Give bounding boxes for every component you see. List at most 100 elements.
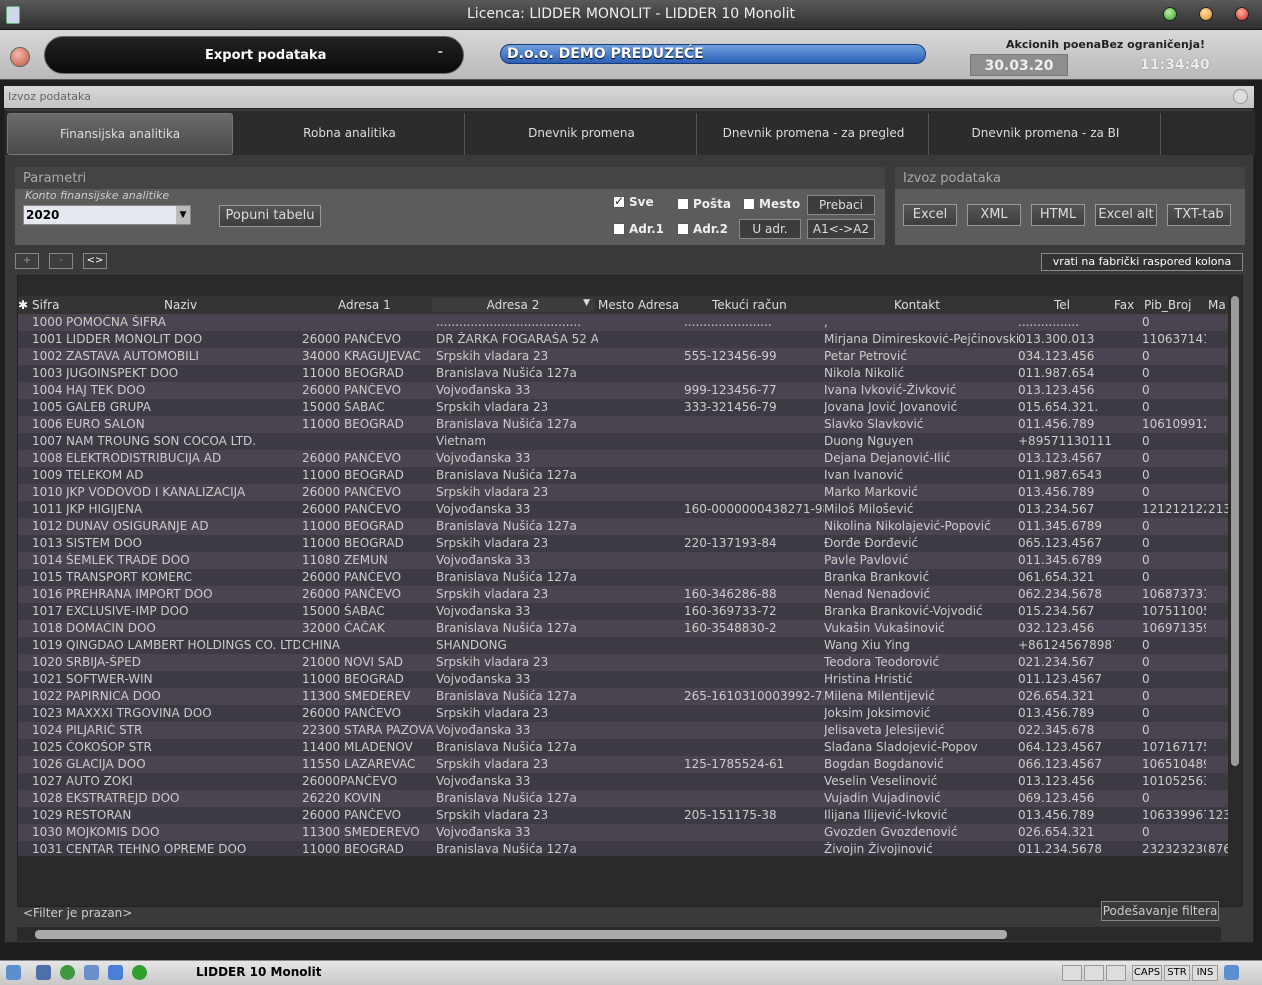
table-cell: 0 <box>1142 723 1150 737</box>
table-row[interactable]: 1024 PILJARIĆ STR 22300 STARA PAZOVA Vojvođ… <box>18 722 1228 739</box>
module-selector[interactable]: Export podataka - <box>44 36 464 74</box>
table-row[interactable]: 1010 JKP VODOVOD I KANALIZACIJA 26000 PANČ… <box>18 484 1228 501</box>
table-cell: Jelisaveta Jelesijević <box>824 723 945 737</box>
minimize-button[interactable] <box>1199 7 1213 21</box>
table-row[interactable]: 1029 RESTORAN 26000 PANČEVO Srpskih vladara… <box>18 807 1228 824</box>
table-cell: 011.234.5678 <box>1018 842 1102 856</box>
table-row[interactable]: 1006 EURO SALON 11000 BEOGRAD Branislava Nu… <box>18 416 1228 433</box>
col-fax[interactable]: Fax <box>1114 298 1144 312</box>
keyboard-icon[interactable] <box>1224 965 1239 980</box>
excel-button[interactable]: Excel <box>903 204 957 226</box>
panel-close-button[interactable] <box>1233 89 1248 104</box>
horizontal-scroll-thumb[interactable] <box>35 930 1007 939</box>
table-row[interactable]: 1004 HAJ TEK DOO 26000 PANČEVO Vojvođanska … <box>18 382 1228 399</box>
table-row[interactable]: 1001 LIDDER MONOLIT DOO 26000 PANČEVO DR ŽA… <box>18 331 1228 348</box>
remove-row-button[interactable]: - <box>49 253 73 269</box>
table-cell: 999-123456-77 <box>684 383 777 397</box>
xml-button[interactable]: XML <box>967 204 1021 226</box>
table-cell: 0 <box>1142 519 1150 533</box>
txt-tab-button[interactable]: TXT-tab <box>1167 204 1231 226</box>
table-cell: Dejana Dejanović-Ilić <box>824 451 951 465</box>
posta-checkbox[interactable]: Pošta <box>677 197 731 211</box>
table-cell: 013.123.456 <box>1018 383 1095 397</box>
table-row[interactable]: 1000 POMOĆNA ŠIFRA.......................… <box>18 314 1228 331</box>
table-row[interactable]: 1031 CENTAR TEHNO OPREME DOO 11000 BEOGRAD… <box>18 841 1228 856</box>
filter-settings-button[interactable]: Podešavanje filtera <box>1101 901 1219 921</box>
table-row[interactable]: 1026 GLACIJA DOO 11550 LAZAREVAC Srpskih vl… <box>18 756 1228 773</box>
table-row[interactable]: 1023 MAXXXI TRGOVINA DOO 26000 PANČEVO Srps… <box>18 705 1228 722</box>
col-kontakt[interactable]: Kontakt <box>894 298 954 312</box>
table-row[interactable]: 1020 SRBIJA-ŠPED 21000 NOVI SAD Srpskih vla… <box>18 654 1228 671</box>
table-row[interactable]: 1022 PAPIRNICA DOO 11300 SMEDEREV Branislav… <box>18 688 1228 705</box>
tab-robna-analitika[interactable]: Robna analitika <box>235 113 465 155</box>
col-adresa2[interactable]: Adresa 2 ▼ <box>432 298 594 312</box>
table-row[interactable]: 1019 QINGDAO LAMBERT HOLDINGS CO. LTD CHIN… <box>18 637 1228 654</box>
col-adresa1[interactable]: Adresa 1 <box>338 298 418 312</box>
table-cell: Slavko Slavković <box>824 417 924 431</box>
popuni-tabelu-button[interactable]: Popuni tabelu <box>219 205 321 227</box>
table-row[interactable]: 1028 EKSTRATREJD DOO 26220 KOVIN Branislava… <box>18 790 1228 807</box>
table-row[interactable]: 1009 TELEKOM AD 11000 BEOGRAD Branislava Nu… <box>18 467 1228 484</box>
excel-alt-button[interactable]: Excel alt <box>1095 204 1157 226</box>
globe-icon[interactable] <box>60 965 75 980</box>
adr2-checkbox[interactable]: Adr.2 <box>677 222 728 236</box>
table-row[interactable]: 1012 DUNAV OSIGURANJE AD 11000 BEOGRAD Bran… <box>18 518 1228 535</box>
expand-button[interactable]: <> <box>83 253 107 269</box>
mesto-checkbox[interactable]: Mesto <box>743 197 800 211</box>
col-sifra[interactable]: Sifra <box>32 298 92 312</box>
table-row[interactable]: 1008 ELEKTRODISTRIBUCIJA AD 26000 PANČEVO V… <box>18 450 1228 467</box>
table-row[interactable]: 1018 DOMAĆIN DOO 32000 ČAČAK Branislava Nuš… <box>18 620 1228 637</box>
table-row[interactable]: 1002 ZASTAVA AUTOMOBILI 34000 KRAGUJEVAC Sr… <box>18 348 1228 365</box>
table-row[interactable]: 1003 JUGOINSPEKT DOO 11000 BEOGRAD Branisla… <box>18 365 1228 382</box>
table-cell: DR ŽARKA FOGARAŠA 52 A <box>436 332 598 346</box>
table-row[interactable]: 1027 AUTO ZOKI 26000PANČEVO Vojvođanska 33 V… <box>18 773 1228 790</box>
col-tekuci-racun[interactable]: Tekući račun <box>712 298 802 312</box>
table-cell: 1020 <box>32 655 63 669</box>
col-mesto-adresa[interactable]: Mesto Adresa <box>598 298 688 312</box>
table-row[interactable]: 1016 PREHRANA IMPORT DOO 26000 PANČEVO Srps… <box>18 586 1228 603</box>
table-row[interactable]: 1030 MOJKOMIS DOO 11300 SMEDEREVO Vojvođans… <box>18 824 1228 841</box>
table-cell: 0 <box>1142 400 1150 414</box>
adr1-checkbox[interactable]: Adr.1 <box>613 222 664 236</box>
table-row[interactable]: 1021 SOFTWER-WIN 11000 BEOGRAD Vojvođanska … <box>18 671 1228 688</box>
power-icon[interactable] <box>10 47 30 67</box>
table-row[interactable]: 1007 NAM TROUNG SON COCOA LTD. Vietnam Duon… <box>18 433 1228 450</box>
tab-finansijska-analitika[interactable]: Finansijska analitika <box>7 113 233 155</box>
network-icon[interactable] <box>6 965 21 980</box>
col-naziv[interactable]: Naziv <box>164 298 264 312</box>
table-row[interactable]: 1014 ŠEMLEK TRADE DOO 11080 ZEMUN Vojvođans… <box>18 552 1228 569</box>
window-icon[interactable] <box>36 965 51 980</box>
user-icon[interactable] <box>84 965 99 980</box>
maximize-button[interactable] <box>1163 7 1177 21</box>
u-adr-button[interactable]: U adr. <box>739 219 801 239</box>
table-row[interactable]: 1025 ČOKOŠOP STR 11400 MLADENOV Branislava … <box>18 739 1228 756</box>
col-pib-broj[interactable]: Pib_Broj <box>1144 298 1204 312</box>
tab-dnevnik-promena-pregled[interactable]: Dnevnik promena - za pregled <box>699 113 929 155</box>
table-cell: TRANSPORT KOMERC <box>66 570 192 584</box>
a1-a2-swap-button[interactable]: A1<->A2 <box>807 219 875 239</box>
konto-select[interactable]: 2020 ▼ <box>23 205 191 225</box>
prebaci-button[interactable]: Prebaci <box>807 195 875 215</box>
sve-checkbox[interactable]: Sve <box>613 194 654 209</box>
table-row[interactable]: 1015 TRANSPORT KOMERC 26000 PANČEVO Branisl… <box>18 569 1228 586</box>
check-icon[interactable] <box>108 965 123 980</box>
module-label: Export podataka <box>205 48 327 63</box>
col-tel[interactable]: Tel <box>1054 298 1084 312</box>
tab-dnevnik-promena-bi[interactable]: Dnevnik promena - za BI <box>931 113 1161 155</box>
tab-dnevnik-promena[interactable]: Dnevnik promena <box>467 113 697 155</box>
table-cell: Petar Petrović <box>824 349 907 363</box>
html-button[interactable]: HTML <box>1031 204 1085 226</box>
status-slot-2 <box>1084 965 1104 981</box>
chevron-down-icon[interactable]: ▼ <box>176 206 190 224</box>
col-ma[interactable]: Ma <box>1208 298 1228 312</box>
table-row[interactable]: 1005 GALEB GRUPA 15000 ŠABAC Srpskih vladar… <box>18 399 1228 416</box>
close-button[interactable] <box>1235 7 1249 21</box>
table-row[interactable]: 1013 SISTEM DOO 11000 BEOGRAD Srpskih vlada… <box>18 535 1228 552</box>
add-row-button[interactable]: + <box>15 253 39 269</box>
reset-columns-button[interactable]: vrati na fabrički raspored kolona <box>1041 253 1243 271</box>
vertical-scroll-thumb[interactable] <box>1231 296 1239 766</box>
table-row[interactable]: 1017 EXCLUSIVE-IMP DOO 15000 ŠABAC Vojvođan… <box>18 603 1228 620</box>
play-icon[interactable] <box>132 965 147 980</box>
table-row[interactable]: 1011 JKP HIGIJENA 26000 PANČEVO Vojvođanska… <box>18 501 1228 518</box>
table-cell: CHINA <box>302 638 341 652</box>
